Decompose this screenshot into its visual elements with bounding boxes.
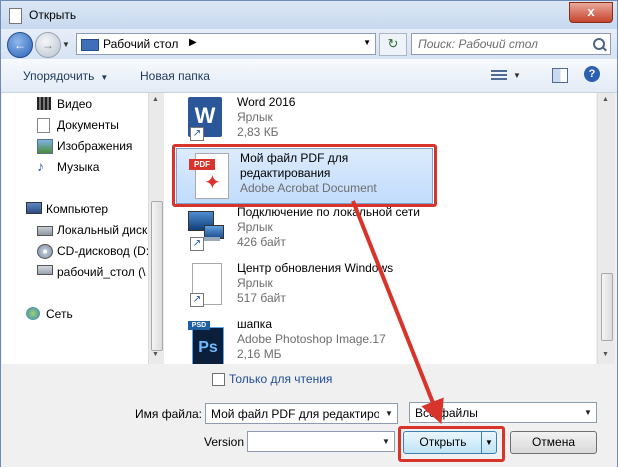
chevron-down-icon: ▼	[100, 73, 109, 82]
windows-update-icon: ↗	[184, 263, 224, 309]
scroll-up-icon[interactable]: ▲	[152, 96, 159, 103]
view-icon[interactable]	[491, 68, 507, 82]
organize-label: Упорядочить	[23, 69, 95, 83]
scroll-up-icon[interactable]: ▲	[602, 96, 609, 103]
network-icon	[26, 307, 40, 320]
file-type: Adobe Photoshop Image.17	[237, 332, 386, 346]
open-dialog: Открыть x ← → ▼ Рабочий стол ▶ ▼ ↻ Упоря…	[0, 0, 618, 467]
search-icon[interactable]	[593, 38, 605, 50]
file-name: Центр обновления Windows	[237, 261, 394, 275]
sidebar-item-label: рабочий_стол (\	[57, 265, 146, 279]
sidebar-scrollbar[interactable]: ▲ ▼	[148, 93, 164, 364]
navigation-pane: Видео Документы Изображения ♪ Музыка Ком…	[2, 93, 148, 364]
sidebar-item-label: CD-дисковод (D:	[57, 244, 148, 258]
filter-value: Все файлы	[415, 406, 478, 420]
file-name: шапка	[237, 317, 272, 331]
close-button[interactable]: x	[569, 2, 613, 23]
pictures-folder-icon	[37, 139, 53, 154]
file-type: Ярлык	[237, 110, 273, 124]
network-connection-icon: ↗	[184, 207, 224, 253]
document-icon	[9, 8, 22, 24]
search-input[interactable]	[416, 36, 588, 52]
file-name: Word 2016	[237, 95, 296, 109]
chevron-down-icon[interactable]: ▼	[513, 71, 521, 80]
filename-value[interactable]: Мой файл PDF для редактиров	[211, 407, 379, 421]
chevron-down-icon[interactable]: ▼	[381, 404, 397, 423]
highlight-box	[172, 144, 437, 207]
file-item-word[interactable]: W ↗ Word 2016 Ярлык 2,83 КБ	[174, 93, 434, 147]
sidebar-item-label: Сеть	[46, 307, 73, 321]
scrollbar-thumb[interactable]	[601, 273, 613, 341]
organize-button[interactable]: Упорядочить ▼	[23, 69, 108, 83]
file-item-network-connection[interactable]: ↗ Подключение по локальной сети Ярлык 42…	[174, 203, 434, 257]
command-bar: Упорядочить ▼ Новая папка ▼ ?	[1, 59, 617, 93]
version-label: Version	[204, 435, 245, 449]
chevron-down-icon[interactable]: ▼	[580, 403, 596, 422]
computer-icon	[26, 202, 42, 214]
sidebar-item-label: Видео	[57, 97, 93, 111]
filename-label: Имя файла:	[135, 407, 202, 421]
address-bar[interactable]: Рабочий стол ▶ ▼	[76, 33, 376, 55]
file-type: Ярлык	[237, 220, 273, 234]
desktop-icon	[81, 39, 99, 51]
filename-field[interactable]: Мой файл PDF для редактиров ▼	[205, 403, 398, 424]
network-drive-icon	[37, 265, 53, 275]
title-bar: Открыть x	[1, 1, 617, 29]
sidebar-item-label: Локальный диск	[57, 223, 148, 237]
file-size: 517 байт	[237, 291, 286, 305]
word-icon: W ↗	[184, 97, 224, 143]
video-folder-icon	[37, 97, 51, 110]
refresh-button[interactable]: ↻	[379, 33, 407, 56]
file-size: 426 байт	[237, 235, 286, 249]
forward-button[interactable]: →	[35, 32, 61, 58]
chevron-down-icon[interactable]: ▼	[378, 432, 394, 451]
shortcut-arrow-icon: ↗	[190, 293, 204, 307]
sidebar-item-label: Документы	[57, 118, 119, 132]
help-icon[interactable]: ?	[584, 66, 600, 82]
window-title: Открыть	[29, 8, 77, 22]
new-folder-button[interactable]: Новая папка	[140, 69, 210, 83]
photoshop-icon: Ps PSD	[184, 319, 224, 364]
hard-drive-icon	[37, 226, 53, 236]
version-select[interactable]: ▼	[247, 431, 395, 452]
checkbox-box[interactable]	[212, 373, 225, 386]
file-list: W ↗ Word 2016 Ярлык 2,83 КБ PDF ✦ Мой фа…	[164, 93, 596, 364]
address-text: Рабочий стол	[103, 37, 179, 51]
file-list-scrollbar[interactable]: ▲ ▼	[597, 93, 615, 364]
file-size: 2,83 КБ	[237, 125, 279, 139]
readonly-label[interactable]: Только для чтения	[229, 372, 332, 386]
scroll-down-icon[interactable]: ▼	[602, 351, 609, 358]
sidebar-item-label: Изображения	[57, 139, 133, 153]
preview-pane-icon[interactable]	[552, 68, 568, 83]
chevron-right-icon[interactable]: ▶	[189, 37, 197, 48]
file-name: Подключение по локальной сети	[237, 205, 420, 219]
file-type-filter[interactable]: Все файлы ▼	[409, 402, 597, 423]
music-folder-icon: ♪	[37, 158, 44, 174]
chevron-down-icon[interactable]: ▼	[363, 38, 371, 47]
search-box[interactable]	[411, 33, 611, 55]
cancel-button[interactable]: Отмена	[510, 431, 597, 454]
cd-drive-icon	[37, 244, 53, 259]
shortcut-arrow-icon: ↗	[190, 127, 204, 141]
documents-folder-icon	[37, 118, 50, 133]
scroll-down-icon[interactable]: ▼	[152, 351, 159, 358]
dialog-footer: Только для чтения Имя файла: Мой файл PD…	[1, 365, 617, 467]
navigation-bar: ← → ▼ Рабочий стол ▶ ▼ ↻	[1, 29, 617, 59]
file-item-photoshop[interactable]: Ps PSD шапка Adobe Photoshop Image.17 2,…	[174, 315, 434, 364]
sidebar-item-label: Компьютер	[46, 202, 109, 216]
file-item-windows-update[interactable]: ↗ Центр обновления Windows Ярлык 517 бай…	[174, 259, 434, 313]
file-type: Ярлык	[237, 276, 273, 290]
highlight-box	[398, 426, 505, 462]
scrollbar-thumb[interactable]	[151, 201, 163, 351]
history-dropdown-icon[interactable]: ▼	[62, 40, 70, 49]
sidebar-item-label: Музыка	[57, 160, 100, 174]
back-button[interactable]: ←	[7, 32, 33, 58]
file-size: 2,16 МБ	[237, 347, 282, 361]
shortcut-arrow-icon: ↗	[190, 237, 204, 251]
